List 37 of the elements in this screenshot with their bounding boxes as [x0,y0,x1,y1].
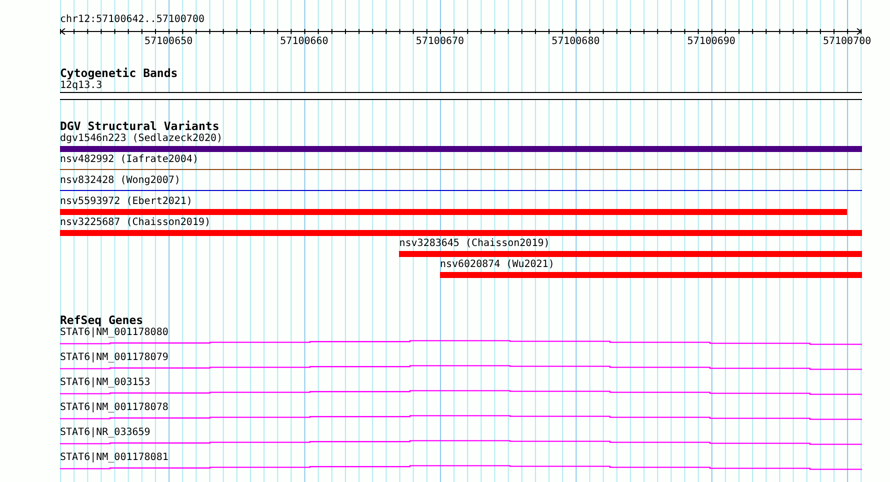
gene-label[interactable]: STAT6|NM_001178078 [60,402,168,413]
gene-model-line[interactable] [60,415,862,420]
gene-model-line[interactable] [60,365,862,370]
variant-bar[interactable] [60,209,848,215]
gene-label[interactable]: STAT6|NR_033659 [60,427,150,438]
variant-label[interactable]: nsv6020874 (Wu2021) [440,259,554,271]
variant-label[interactable]: dgv1546n223 (Sedlazeck2020) [60,133,223,145]
tick-label: 57100700 [822,36,872,48]
tick-label: 57100670 [416,36,464,48]
variant-bar[interactable] [60,230,862,236]
variant-bar[interactable] [399,251,862,257]
tick-label: 57100680 [552,36,600,48]
variant-bar[interactable] [60,146,862,152]
band-label: 12q13.3 [60,80,104,92]
gene-label[interactable]: STAT6|NM_001178081 [60,452,168,463]
variant-bar[interactable] [440,272,862,278]
tick-label: 57100690 [687,36,736,48]
variant-label[interactable]: nsv3283645 (Chaisson2019) [399,238,550,250]
variant-line[interactable] [60,190,862,191]
gene-label[interactable]: STAT6|NM_003153 [60,377,150,388]
track-title: DGV Structural Variants [60,120,220,133]
track-title: Cytogenetic Bands [60,67,178,80]
gene-label[interactable]: STAT6|NM_001178079 [60,352,168,363]
gene-model-line[interactable] [60,440,862,445]
region-label: chr12:57100642..57100700 [60,14,204,26]
track-title: RefSeq Genes [60,314,144,327]
variant-label[interactable]: nsv482992 (Iafrate2004) [60,154,198,166]
gene-model-line[interactable] [60,390,862,395]
tick-label: 57100660 [280,36,328,48]
tick-label: 57100650 [144,36,193,48]
gene-model-line[interactable] [60,465,862,470]
gene-label[interactable]: STAT6|NM_001178080 [60,327,168,338]
gene-model-line[interactable] [60,340,862,345]
variant-line[interactable] [60,169,862,170]
variant-label[interactable]: nsv832428 (Wong2007) [60,175,180,187]
variant-label[interactable]: nsv3225687 (Chaisson2019) [60,217,211,229]
variant-label[interactable]: nsv5593972 (Ebert2021) [60,196,192,208]
